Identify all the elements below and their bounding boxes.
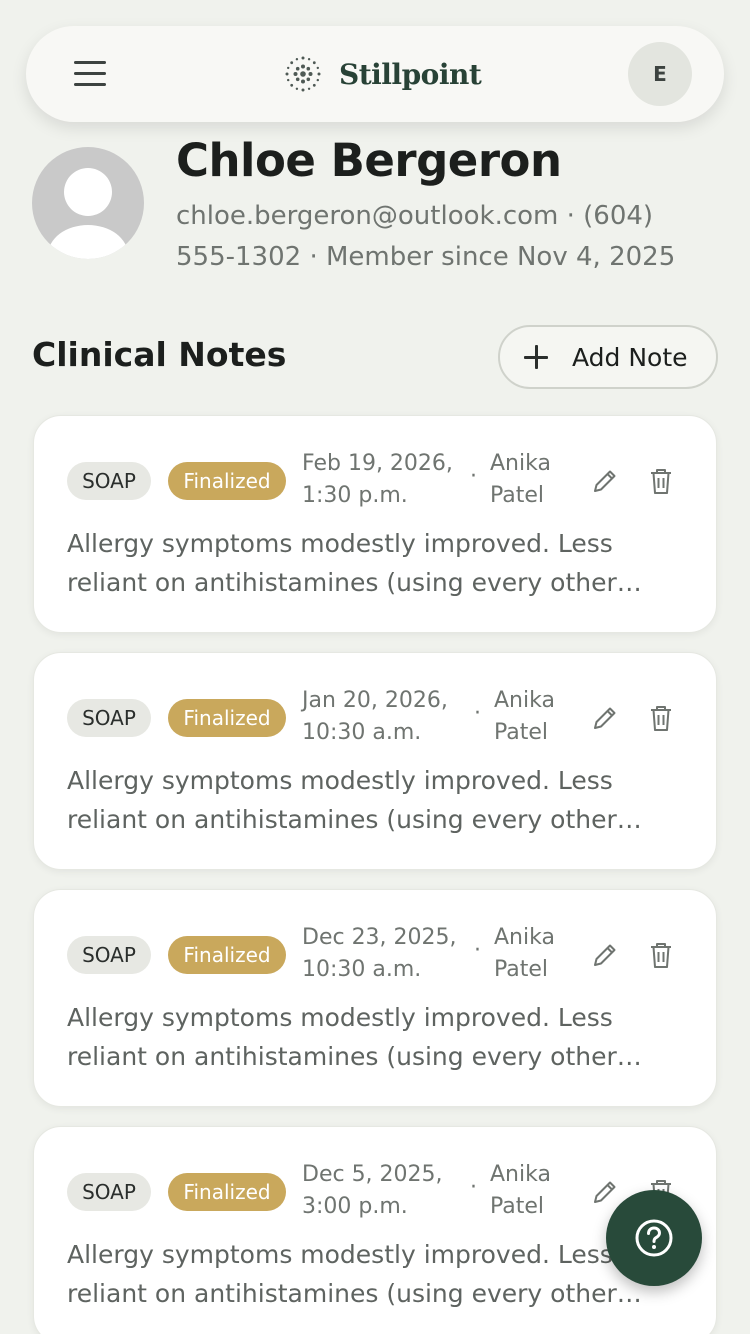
person-silhouette-icon: [48, 168, 128, 259]
top-nav-bar: Stillpoint E: [26, 26, 724, 122]
note-date: Dec 23, 2025, 10:30 a.m.: [302, 925, 457, 982]
note-card[interactable]: SOAP Finalized Feb 19, 2026, 1:30 p.m. ·…: [33, 415, 717, 633]
note-body-preview: Allergy symptoms modestly improved. Less…: [67, 1240, 617, 1308]
profile-avatar-placeholder: [32, 147, 144, 259]
hamburger-menu-icon[interactable]: [74, 61, 106, 87]
note-date: Dec 5, 2025, 3:00 p.m.: [302, 1162, 443, 1219]
question-mark-icon: [635, 1219, 673, 1257]
status-badge: Finalized: [168, 462, 286, 500]
trash-icon[interactable]: [648, 466, 674, 496]
note-card[interactable]: SOAP Finalized Jan 20, 2026, 10:30 a.m. …: [33, 652, 717, 870]
add-note-label: Add Note: [572, 342, 688, 372]
note-date: Feb 19, 2026, 1:30 p.m.: [302, 451, 453, 508]
note-body-preview: Allergy symptoms modestly improved. Less…: [67, 766, 617, 834]
note-body-preview: Allergy symptoms modestly improved. Less…: [67, 1003, 617, 1071]
note-author: Anika Patel: [490, 451, 551, 508]
brand-logo[interactable]: Stillpoint: [281, 50, 482, 98]
note-type-badge: SOAP: [67, 936, 151, 974]
pencil-icon[interactable]: [590, 703, 620, 733]
help-button[interactable]: [606, 1190, 702, 1286]
client-name: Chloe Bergeron: [176, 134, 562, 187]
brand-name: Stillpoint: [339, 57, 482, 91]
meta-separator: ·: [470, 464, 477, 489]
note-type-badge: SOAP: [67, 462, 151, 500]
client-contact-meta: chloe.bergeron@outlook.com · (604) 555-1…: [176, 201, 676, 272]
trash-icon[interactable]: [648, 703, 674, 733]
plus-icon: [524, 345, 548, 369]
pencil-icon[interactable]: [590, 466, 620, 496]
note-author: Anika Patel: [494, 925, 555, 982]
note-author: Anika Patel: [494, 688, 555, 745]
meta-separator: ·: [474, 938, 481, 963]
client-profile-page: Stillpoint E Chloe Bergeron chloe.berger…: [0, 0, 750, 1334]
note-body-preview: Allergy symptoms modestly improved. Less…: [67, 529, 617, 597]
meta-separator: ·: [474, 701, 481, 726]
note-author: Anika Patel: [490, 1162, 551, 1219]
note-type-badge: SOAP: [67, 699, 151, 737]
status-badge: Finalized: [168, 1173, 286, 1211]
meta-separator: ·: [470, 1175, 477, 1200]
status-badge: Finalized: [168, 699, 286, 737]
note-type-badge: SOAP: [67, 1173, 151, 1211]
add-note-button[interactable]: Add Note: [498, 325, 718, 389]
note-card[interactable]: SOAP Finalized Dec 23, 2025, 10:30 a.m. …: [33, 889, 717, 1107]
note-date: Jan 20, 2026, 10:30 a.m.: [302, 688, 448, 745]
pencil-icon[interactable]: [590, 940, 620, 970]
pencil-icon[interactable]: [590, 1177, 620, 1207]
status-badge: Finalized: [168, 936, 286, 974]
clinical-notes-heading: Clinical Notes: [32, 335, 287, 374]
dot-burst-logo-icon: [285, 56, 321, 92]
trash-icon[interactable]: [648, 940, 674, 970]
user-avatar-button[interactable]: E: [628, 42, 692, 106]
